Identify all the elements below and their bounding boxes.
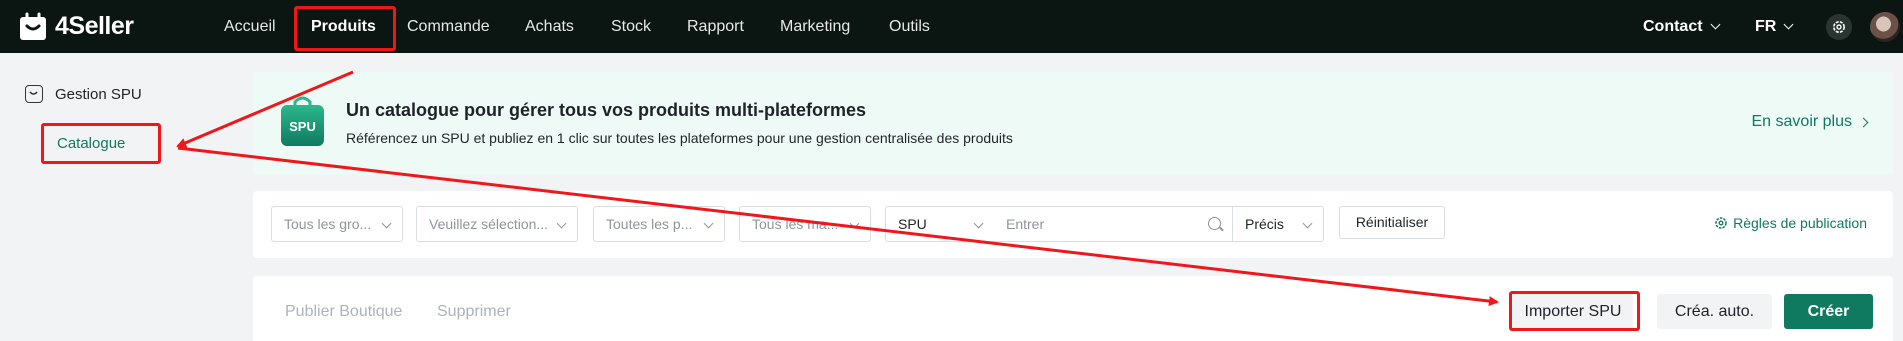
chevron-down-icon [1302, 218, 1313, 229]
contact-menu[interactable]: Contact [1643, 0, 1721, 53]
learn-more-label: En savoir plus [1751, 113, 1853, 130]
search-icon[interactable] [1208, 217, 1221, 230]
publication-rules-link[interactable]: Règles de publication [1714, 215, 1867, 231]
auto-create-button[interactable]: Créa. auto. [1657, 294, 1772, 329]
logo-bag-icon [20, 12, 46, 40]
filter-select-4[interactable]: Tous les ma... [739, 206, 871, 242]
chevron-down-icon [556, 218, 567, 229]
filter-select-4-value: Tous les ma... [752, 216, 839, 232]
nav-marketing[interactable]: Marketing [780, 0, 850, 53]
search-input[interactable] [994, 206, 1234, 242]
annotation-box-produits [294, 6, 396, 51]
match-mode-value: Précis [1245, 216, 1284, 232]
filter-select-2[interactable]: Veuillez sélection... [416, 206, 578, 242]
chevron-down-icon [1783, 19, 1794, 29]
settings-button[interactable] [1826, 14, 1852, 40]
language-label: FR [1755, 18, 1777, 35]
sidebar: Gestion SPU Catalogue [0, 53, 236, 341]
action-bar: Publier Boutique Supprimer Importer SPU … [253, 276, 1893, 341]
create-button[interactable]: Créer [1784, 294, 1873, 329]
nav-rapport[interactable]: Rapport [687, 0, 744, 53]
annotation-box-catalogue [41, 123, 161, 164]
nav-commande[interactable]: Commande [407, 0, 490, 53]
sidebar-group-label: Gestion SPU [55, 85, 142, 103]
chevron-right-icon [1858, 117, 1869, 127]
sidebar-group-gestion-spu[interactable]: Gestion SPU [25, 85, 142, 103]
catalogue-banner: SPU Un catalogue pour gérer tous vos pro… [253, 72, 1893, 175]
spu-bag-icon: SPU [281, 96, 324, 146]
spu-icon-text: SPU [289, 119, 316, 134]
filter-select-2-value: Veuillez sélection... [429, 216, 549, 232]
contact-label: Contact [1643, 18, 1703, 35]
filter-bar: Tous les gro... Veuillez sélection... To… [253, 191, 1893, 258]
nav-stock[interactable]: Stock [611, 0, 651, 53]
brand-logo[interactable]: 4Seller [19, 11, 134, 42]
chevron-down-icon [973, 218, 984, 229]
user-avatar[interactable] [1870, 12, 1900, 42]
field-type-value: SPU [898, 216, 927, 232]
nav-outils[interactable]: Outils [889, 0, 930, 53]
brand-name: 4Seller [55, 12, 134, 40]
language-menu[interactable]: FR [1755, 0, 1794, 53]
gear-icon [1833, 21, 1845, 33]
reset-button[interactable]: Réinitialiser [1339, 206, 1445, 239]
nav-achats[interactable]: Achats [525, 0, 574, 53]
publication-rules-label: Règles de publication [1733, 215, 1867, 231]
banner-title: Un catalogue pour gérer tous vos produit… [346, 100, 867, 120]
group-select[interactable]: Tous les gro... [271, 206, 403, 242]
field-type-select[interactable]: SPU [885, 206, 995, 242]
match-mode-select[interactable]: Précis [1232, 206, 1324, 242]
chevron-down-icon [1710, 19, 1721, 29]
chevron-down-icon [849, 218, 860, 229]
top-navigation-bar: 4Seller Accueil Produits Commande Achats… [0, 0, 1903, 53]
group-select-value: Tous les gro... [284, 216, 372, 232]
filter-select-3-value: Toutes les p... [606, 216, 693, 232]
nav-accueil[interactable]: Accueil [224, 0, 276, 53]
box-smile-icon [25, 85, 43, 103]
filter-select-3[interactable]: Toutes les p... [593, 206, 725, 242]
banner-subtitle: Référencez un SPU et publiez en 1 clic s… [346, 130, 1013, 146]
delete-button[interactable]: Supprimer [437, 303, 511, 321]
gear-icon [1715, 217, 1727, 229]
learn-more-link[interactable]: En savoir plus [1751, 113, 1869, 131]
annotation-box-import-spu [1509, 291, 1640, 331]
chevron-down-icon [703, 218, 714, 229]
publish-shop-button[interactable]: Publier Boutique [285, 303, 402, 321]
chevron-down-icon [381, 218, 392, 229]
